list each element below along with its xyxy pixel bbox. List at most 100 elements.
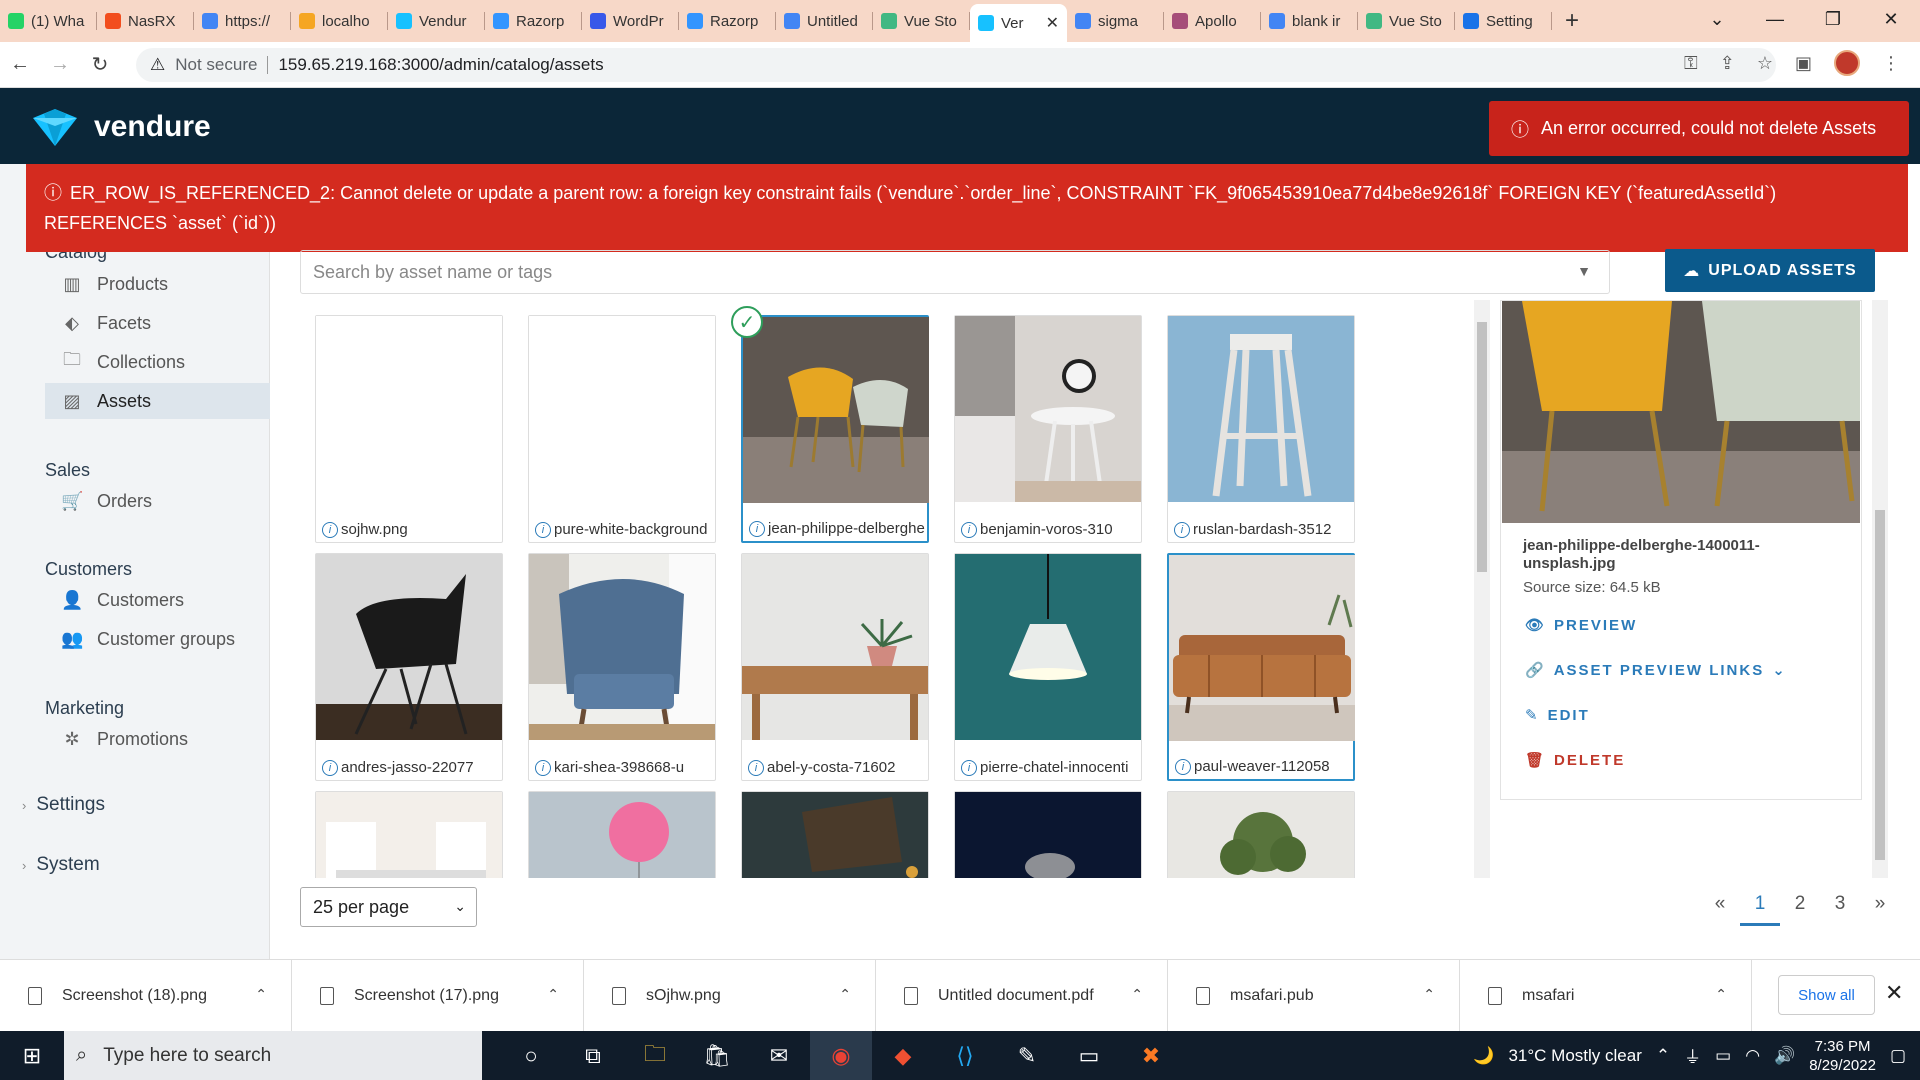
asset-card[interactable] bbox=[315, 791, 503, 878]
upload-assets-button[interactable]: ☁ UPLOAD ASSETS bbox=[1665, 249, 1875, 292]
download-item[interactable]: msafari ⌃ bbox=[1460, 960, 1752, 1032]
asset-card[interactable]: i ruslan-bardash-3512 bbox=[1167, 315, 1355, 543]
sidebar-item-system[interactable]: › System bbox=[22, 854, 100, 876]
asset-card[interactable]: i abel-y-costa-71602 bbox=[741, 553, 929, 781]
detail-scrollbar[interactable] bbox=[1872, 300, 1888, 878]
task-view-icon[interactable]: ⧉ bbox=[562, 1031, 624, 1080]
asset-card[interactable] bbox=[954, 791, 1142, 878]
sidebar-item-customer-groups[interactable]: 👥 Customer groups bbox=[45, 621, 270, 657]
taskbar-search-input[interactable]: ⌕ Type here to search bbox=[64, 1031, 482, 1080]
star-icon[interactable]: ☆ bbox=[1757, 53, 1773, 74]
forward-button[interactable]: → bbox=[40, 53, 80, 76]
per-page-select[interactable]: 25 per page ⌄ bbox=[300, 887, 477, 927]
tray-chevron-icon[interactable]: ⌃ bbox=[1656, 1046, 1670, 1066]
profile-avatar[interactable] bbox=[1834, 50, 1860, 76]
chevron-up-icon[interactable]: ⌃ bbox=[839, 986, 851, 1003]
sidebar-item-facets[interactable]: ⬖ Facets bbox=[45, 305, 270, 341]
browser-tab[interactable]: Setting bbox=[1455, 4, 1552, 38]
delete-button[interactable]: 🗑 DELETE bbox=[1525, 751, 1625, 770]
asset-card[interactable] bbox=[741, 791, 929, 878]
menu-icon[interactable]: ⋮ bbox=[1882, 53, 1900, 74]
wifi-icon[interactable]: ◠ bbox=[1745, 1046, 1760, 1066]
network-icon[interactable]: ⏚ bbox=[1684, 1043, 1701, 1068]
browser-tab[interactable]: (1) Wha bbox=[0, 4, 97, 38]
asset-preview-links-button[interactable]: 🔗 ASSET PREVIEW LINKS ⌄ bbox=[1525, 661, 1787, 680]
battery-icon[interactable]: ▭ bbox=[1715, 1046, 1731, 1066]
download-item[interactable]: Untitled document.pdf ⌃ bbox=[876, 960, 1168, 1032]
sidebar-item-orders[interactable]: 🛒 Orders bbox=[45, 483, 270, 519]
browser-tab[interactable]: Razorp bbox=[485, 4, 582, 38]
mail-icon[interactable]: ✉ bbox=[748, 1031, 810, 1080]
git-icon[interactable]: ◆ bbox=[872, 1031, 934, 1080]
asset-card[interactable]: i benjamin-voros-310 bbox=[954, 315, 1142, 543]
vendure-logo[interactable]: vendure bbox=[30, 106, 211, 148]
minimize-button[interactable]: — bbox=[1746, 0, 1804, 38]
weather-text[interactable]: 31°C Mostly clear bbox=[1508, 1046, 1641, 1066]
chevron-up-icon[interactable]: ⌃ bbox=[1715, 986, 1727, 1003]
sidebar-item-customers[interactable]: 👤 Customers bbox=[45, 582, 270, 618]
chevron-down-icon[interactable]: ▼ bbox=[1577, 263, 1591, 279]
vscode-icon[interactable]: ⟨⟩ bbox=[934, 1031, 996, 1080]
share-icon[interactable]: ⇪ bbox=[1720, 53, 1735, 74]
close-downloads-icon[interactable]: ✕ bbox=[1885, 980, 1903, 1006]
back-button[interactable]: ← bbox=[0, 53, 40, 76]
store-icon[interactable]: 🛍 bbox=[686, 1031, 748, 1080]
download-item[interactable]: sOjhw.png ⌃ bbox=[584, 960, 876, 1032]
close-window-button[interactable]: ✕ bbox=[1862, 0, 1920, 38]
close-tab-icon[interactable]: ✕ bbox=[1046, 13, 1059, 33]
cortana-icon[interactable]: ○ bbox=[500, 1031, 562, 1080]
download-item[interactable]: Screenshot (18).png ⌃ bbox=[0, 960, 292, 1032]
download-item[interactable]: msafari.pub ⌃ bbox=[1168, 960, 1460, 1032]
notepad-icon[interactable]: ✎ bbox=[996, 1031, 1058, 1080]
asset-card[interactable]: i kari-shea-398668-u bbox=[528, 553, 716, 781]
sidebar-item-collections[interactable]: 🗀 Collections bbox=[45, 344, 270, 380]
error-toast[interactable]: ⓘ An error occurred, could not delete As… bbox=[1489, 101, 1909, 156]
asset-card[interactable] bbox=[1167, 791, 1355, 878]
chevron-up-icon[interactable]: ⌃ bbox=[547, 986, 559, 1003]
chevron-up-icon[interactable]: ⌃ bbox=[1131, 986, 1143, 1003]
asset-card-selected[interactable]: i jean-philippe-delberghe bbox=[741, 315, 929, 543]
browser-tab[interactable]: NasRX bbox=[97, 4, 194, 38]
url-input[interactable]: ⚠ Not secure 159.65.219.168:3000/admin/c… bbox=[136, 48, 1776, 82]
page-prev[interactable]: « bbox=[1700, 893, 1740, 926]
browser-tab[interactable]: Untitled bbox=[776, 4, 873, 38]
sidebar-item-assets[interactable]: ▨ Assets bbox=[45, 383, 270, 419]
browser-tab[interactable]: Ver ✕ bbox=[970, 4, 1067, 42]
terminal-icon[interactable]: ▭ bbox=[1058, 1031, 1120, 1080]
page-next[interactable]: » bbox=[1860, 893, 1900, 926]
browser-tab[interactable]: localho bbox=[291, 4, 388, 38]
chevron-up-icon[interactable]: ⌃ bbox=[255, 986, 267, 1003]
browser-tab[interactable]: Apollo bbox=[1164, 4, 1261, 38]
notifications-icon[interactable]: ▢ bbox=[1890, 1046, 1906, 1066]
browser-tab[interactable]: Vue Sto bbox=[1358, 4, 1455, 38]
browser-tab[interactable]: https:// bbox=[194, 4, 291, 38]
sidepanel-icon[interactable]: ▣ bbox=[1795, 53, 1812, 74]
asset-card[interactable]: i andres-jasso-22077 bbox=[315, 553, 503, 781]
asset-card[interactable]: i paul-weaver-112058 bbox=[1167, 553, 1355, 781]
asset-card[interactable]: i sojhw.png bbox=[315, 315, 503, 543]
chevron-up-icon[interactable]: ⌃ bbox=[1423, 986, 1435, 1003]
asset-card[interactable]: i pure-white-background bbox=[528, 315, 716, 543]
asset-card[interactable]: i pierre-chatel-innocenti bbox=[954, 553, 1142, 781]
file-explorer-icon[interactable]: 🗀 bbox=[624, 1031, 686, 1080]
chrome-icon[interactable]: ◉ bbox=[810, 1031, 872, 1080]
sidebar-item-products[interactable]: ▥ Products bbox=[45, 266, 270, 302]
browser-tab[interactable]: Vendur bbox=[388, 4, 485, 38]
tab-search-icon[interactable]: ⌄ bbox=[1688, 0, 1746, 38]
volume-icon[interactable]: 🔊 bbox=[1774, 1046, 1795, 1066]
new-tab-button[interactable]: + bbox=[1552, 4, 1592, 38]
grid-scrollbar[interactable] bbox=[1474, 300, 1490, 878]
sidebar-item-promotions[interactable]: ✲ Promotions bbox=[45, 721, 270, 757]
browser-tab[interactable]: sigma bbox=[1067, 4, 1164, 38]
show-all-button[interactable]: Show all bbox=[1778, 975, 1875, 1015]
edit-button[interactable]: ✎ EDIT bbox=[1525, 706, 1590, 725]
sidebar-item-settings[interactable]: › Settings bbox=[22, 794, 105, 816]
browser-tab[interactable]: WordPr bbox=[582, 4, 679, 38]
xampp-icon[interactable]: ✖ bbox=[1120, 1031, 1182, 1080]
asset-card[interactable] bbox=[528, 791, 716, 878]
page-1[interactable]: 1 bbox=[1740, 893, 1780, 926]
clock[interactable]: 7:36 PM 8/29/2022 bbox=[1809, 1037, 1876, 1075]
asset-search-input[interactable]: Search by asset name or tags ▼ bbox=[300, 250, 1610, 294]
page-2[interactable]: 2 bbox=[1780, 893, 1820, 926]
browser-tab[interactable]: Razorp bbox=[679, 4, 776, 38]
